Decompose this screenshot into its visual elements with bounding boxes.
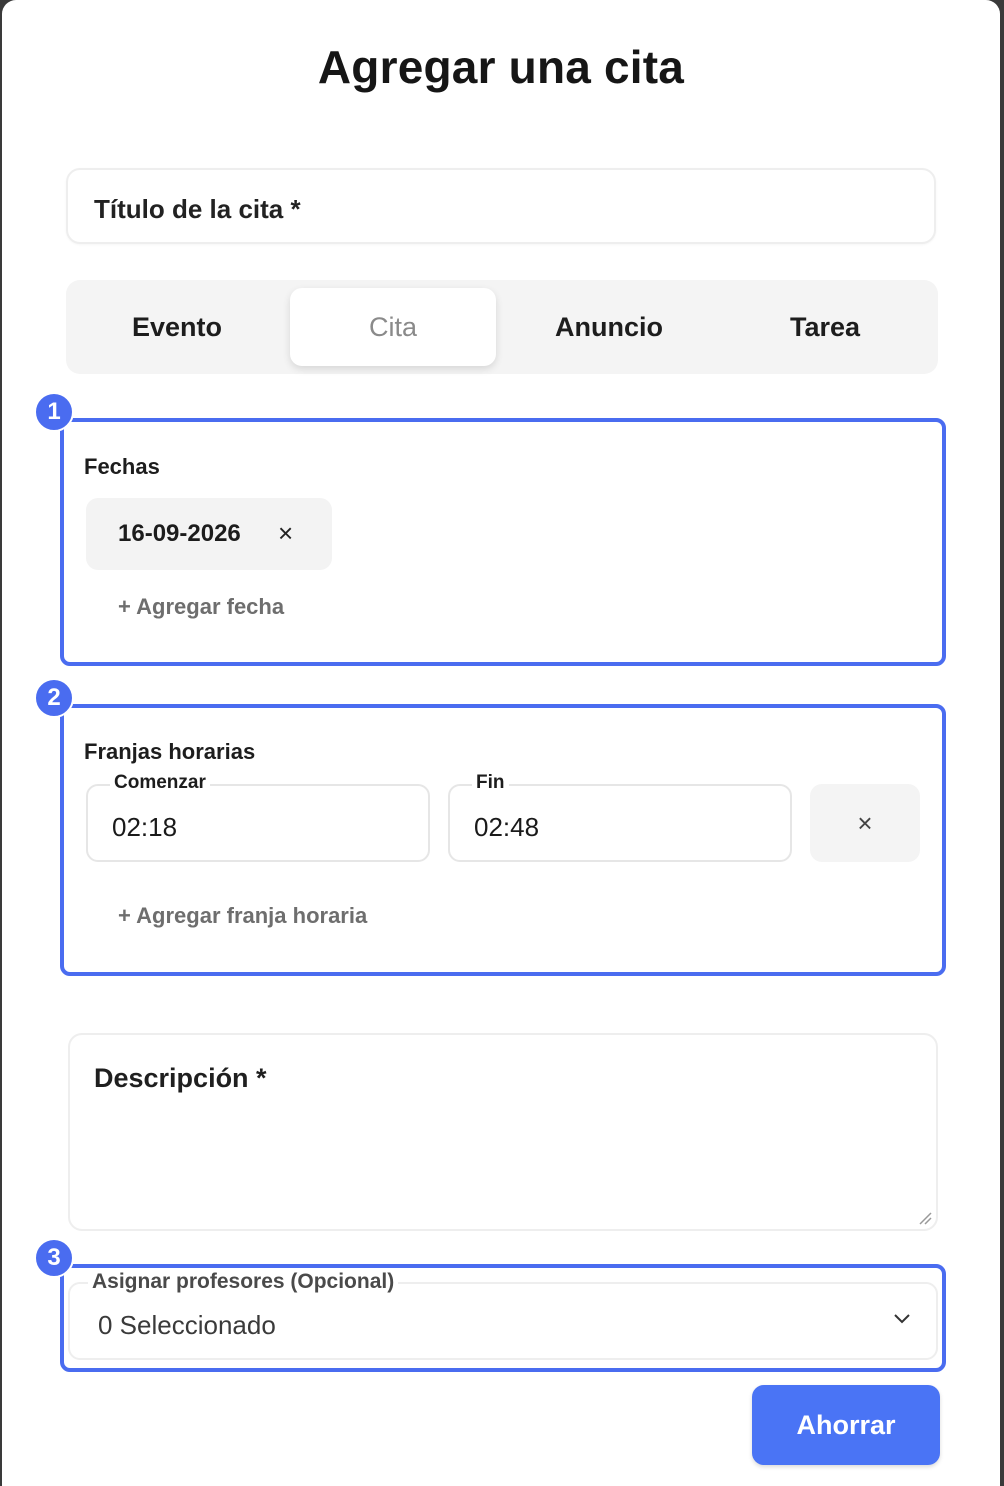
add-time-slot-link[interactable]: + Agregar franja horaria: [118, 903, 367, 929]
close-icon: ×: [857, 807, 873, 838]
type-tabs: Evento Cita Anuncio Tarea: [66, 280, 938, 374]
appointment-title-input[interactable]: Título de la cita *: [66, 168, 936, 244]
dates-label: Fechas: [84, 454, 160, 479]
description-textarea[interactable]: Descripción *: [68, 1033, 938, 1231]
start-time-field[interactable]: Comenzar 02:18: [86, 772, 430, 862]
resize-handle-icon[interactable]: [918, 1211, 932, 1225]
time-slots-label: Franjas horarias: [84, 739, 256, 764]
chevron-down-icon: [894, 1314, 910, 1324]
add-date-link[interactable]: + Agregar fecha: [118, 594, 284, 620]
remove-date-icon[interactable]: ×: [278, 518, 293, 549]
annotation-badge-3: 3: [34, 1238, 74, 1278]
annotation-badge-2: 2: [34, 678, 74, 718]
save-button[interactable]: Ahorrar: [752, 1385, 940, 1465]
description-placeholder: Descripción *: [94, 1063, 267, 1093]
modal-title: Agregar una cita: [317, 41, 685, 93]
start-time-label: Comenzar: [110, 772, 210, 794]
tab-anuncio[interactable]: Anuncio: [506, 288, 712, 366]
end-time-value: 02:48: [474, 812, 540, 842]
add-appointment-modal: Agregar una cita Título de la cita * Eve…: [2, 0, 1000, 1486]
assign-teachers-select[interactable]: Asignar profesores (Opcional) 0 Seleccio…: [68, 1270, 938, 1360]
assign-teachers-value: 0 Seleccionado: [98, 1310, 276, 1340]
annotation-badge-1: 1: [34, 392, 74, 432]
end-time-field[interactable]: Fin 02:48: [448, 772, 792, 862]
end-time-label: Fin: [472, 772, 509, 794]
date-chip-value: 16-09-2026: [118, 520, 241, 547]
tab-tarea[interactable]: Tarea: [722, 288, 928, 366]
appointment-title-placeholder: Título de la cita *: [94, 194, 301, 224]
tab-cita[interactable]: Cita: [290, 288, 496, 366]
start-time-value: 02:18: [112, 812, 178, 842]
assign-teachers-label: Asignar profesores (Opcional): [88, 1270, 399, 1294]
date-chip: 16-09-2026 ×: [86, 498, 332, 570]
tab-evento[interactable]: Evento: [74, 288, 280, 366]
remove-time-slot-button[interactable]: ×: [810, 784, 920, 862]
